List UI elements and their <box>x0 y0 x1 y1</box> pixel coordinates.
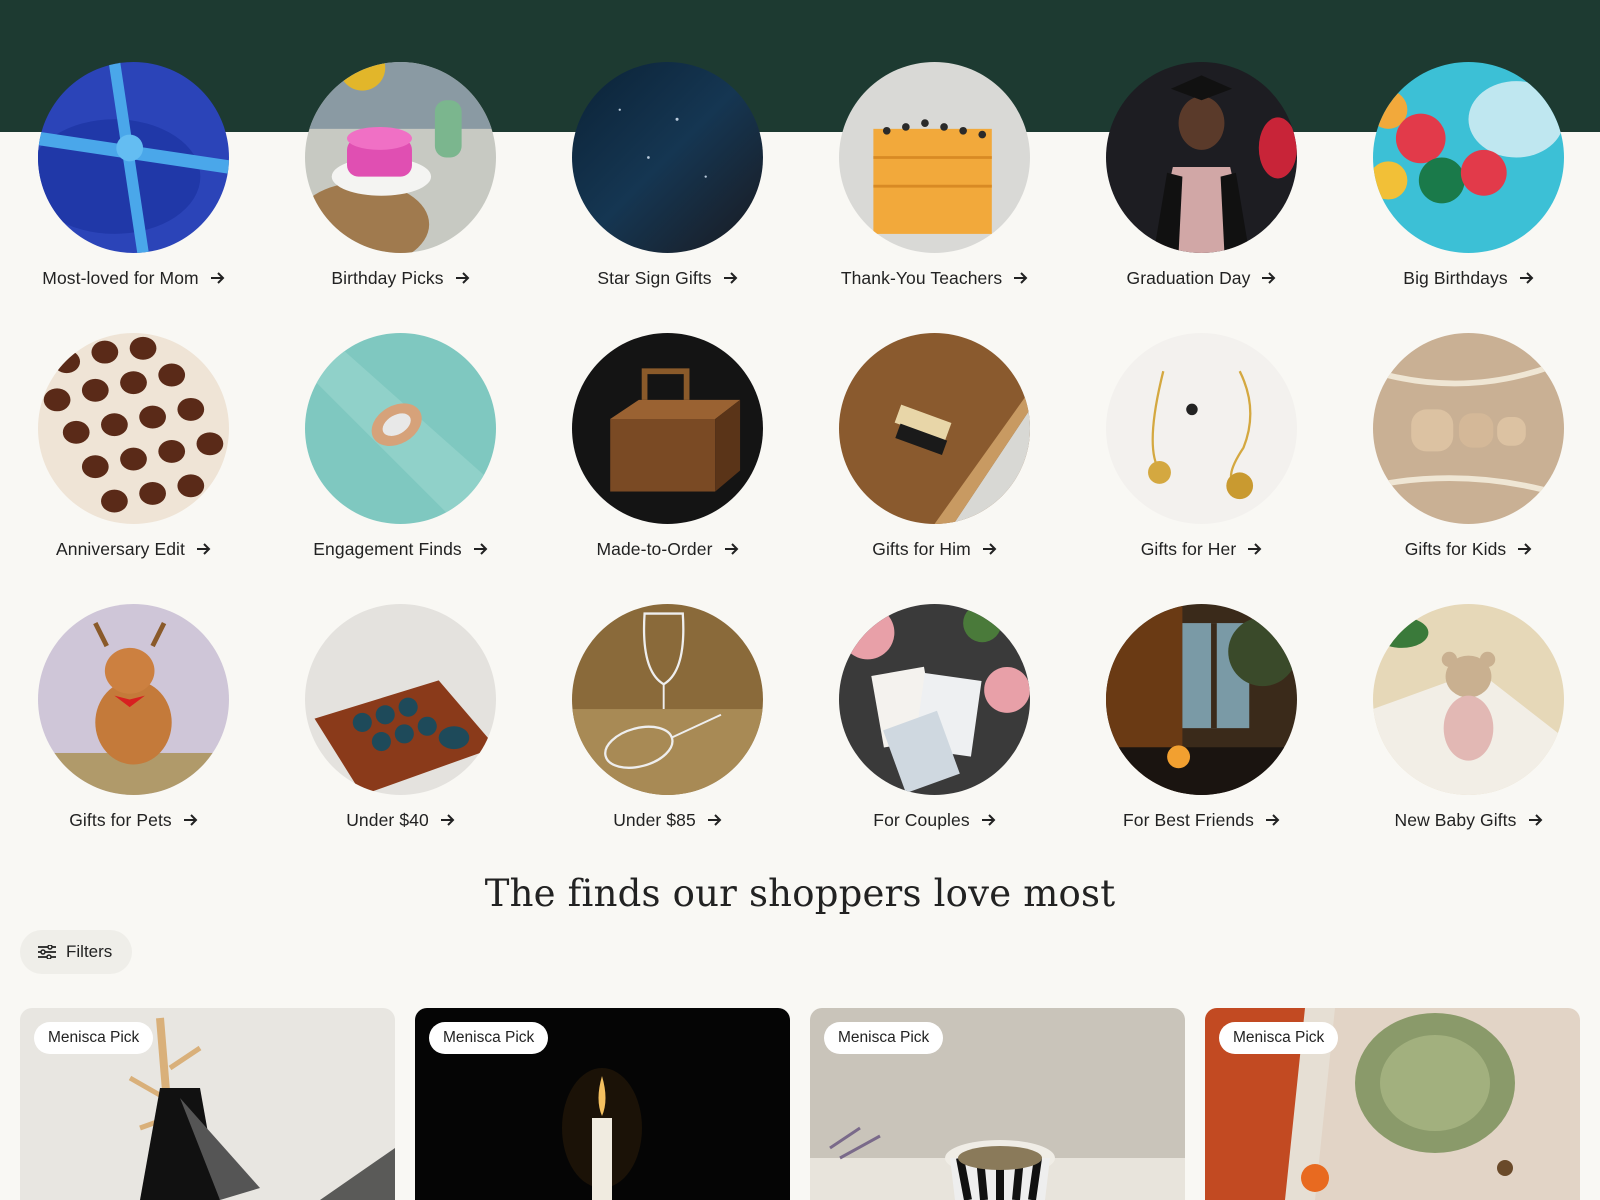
category-label: Birthday Picks <box>331 267 444 288</box>
category-label: Under $85 <box>613 809 696 830</box>
pick-badge: Menisca Pick <box>429 1022 549 1054</box>
balloons-icon <box>1373 62 1564 253</box>
category-graduation-day[interactable]: Graduation Day <box>1068 62 1335 289</box>
arrow-right-icon <box>723 272 738 284</box>
category-label: Made-to-Order <box>596 538 713 559</box>
product-card[interactable]: Menisca Pick <box>1205 1008 1580 1200</box>
arrow-right-icon <box>473 543 488 555</box>
arrow-right-icon <box>981 814 996 826</box>
category-label: Graduation Day <box>1126 267 1251 288</box>
cake-icon <box>305 62 496 253</box>
category-label: Gifts for Her <box>1140 538 1237 559</box>
category-label: New Baby Gifts <box>1394 809 1517 830</box>
category-for-couples[interactable]: For Couples <box>801 604 1068 831</box>
category-label: Most-loved for Mom <box>42 267 199 288</box>
arrow-right-icon <box>1265 814 1280 826</box>
wooden-elephants-icon <box>1373 333 1564 524</box>
category-label: Gifts for Pets <box>69 809 172 830</box>
arrow-right-icon <box>724 543 738 555</box>
category-label: Big Birthdays <box>1403 267 1508 288</box>
category-gifts-for-him[interactable]: Gifts for Him <box>801 333 1068 560</box>
category-grid: Most-loved for Mom Birthday Picks Star S… <box>0 62 1600 831</box>
arrow-right-icon <box>1262 272 1276 284</box>
section-title: The finds our shoppers love most <box>484 872 1116 915</box>
category-label: Thank-You Teachers <box>840 267 1003 288</box>
category-label: Gifts for Him <box>872 538 971 559</box>
category-under-85[interactable]: Under $85 <box>534 604 801 831</box>
category-big-birthdays[interactable]: Big Birthdays <box>1335 62 1600 289</box>
product-grid: Menisca Pick Menisca Pick Menisca Pick M… <box>20 1008 1580 1200</box>
category-gifts-for-pets[interactable]: Gifts for Pets <box>0 604 267 831</box>
arrow-right-icon <box>1519 272 1534 284</box>
filters-label: Filters <box>66 942 113 961</box>
category-label: For Couples <box>873 809 970 830</box>
category-for-best-friends[interactable]: For Best Friends <box>1068 604 1335 831</box>
necklace-icon <box>1106 333 1297 524</box>
category-under-40[interactable]: Under $40 <box>267 604 534 831</box>
category-made-to-order[interactable]: Made-to-Order <box>534 333 801 560</box>
pick-badge: Menisca Pick <box>824 1022 944 1054</box>
filters-button[interactable]: Filters <box>20 930 132 974</box>
category-thank-you-teachers[interactable]: Thank-You Teachers <box>801 62 1068 289</box>
arrow-right-icon <box>1528 814 1542 826</box>
chocolates-icon <box>38 333 229 524</box>
arrow-right-icon <box>1014 272 1028 284</box>
brush-icon <box>839 333 1030 524</box>
category-birthday-picks[interactable]: Birthday Picks <box>267 62 534 289</box>
category-star-sign-gifts[interactable]: Star Sign Gifts <box>534 62 801 289</box>
category-label: Gifts for Kids <box>1404 538 1507 559</box>
pick-badge: Menisca Pick <box>1219 1022 1339 1054</box>
night-sky-icon <box>572 62 763 253</box>
gift-wrap-icon <box>38 62 229 253</box>
teddy-icon <box>1373 604 1564 795</box>
pick-badge: Menisca Pick <box>34 1022 154 1054</box>
arrow-right-icon <box>982 543 997 555</box>
category-gifts-for-kids[interactable]: Gifts for Kids <box>1335 333 1600 560</box>
arrow-right-icon <box>1248 543 1262 555</box>
arrow-right-icon <box>1518 543 1532 555</box>
tea-set-icon <box>305 604 496 795</box>
category-most-loved-for-mom[interactable]: Most-loved for Mom <box>0 62 267 289</box>
graduate-icon <box>1106 62 1297 253</box>
window-candle-icon <box>1106 604 1297 795</box>
wine-glasses-icon <box>572 604 763 795</box>
category-label: Engagement Finds <box>313 538 462 559</box>
product-card[interactable]: Menisca Pick <box>810 1008 1185 1200</box>
dog-icon <box>38 604 229 795</box>
arrow-right-icon <box>455 272 470 284</box>
arrow-right-icon <box>210 272 225 284</box>
product-card[interactable]: Menisca Pick <box>415 1008 790 1200</box>
product-card[interactable]: Menisca Pick <box>20 1008 395 1200</box>
ring-icon <box>305 333 496 524</box>
arrow-right-icon <box>440 814 455 826</box>
category-label: Star Sign Gifts <box>597 267 712 288</box>
category-new-baby-gifts[interactable]: New Baby Gifts <box>1335 604 1600 831</box>
arrow-right-icon <box>197 543 211 555</box>
category-label: Under $40 <box>346 809 429 830</box>
category-anniversary-edit[interactable]: Anniversary Edit <box>0 333 267 560</box>
arrow-right-icon <box>183 814 198 826</box>
category-engagement-finds[interactable]: Engagement Finds <box>267 333 534 560</box>
wooden-box-icon <box>572 333 763 524</box>
cards-icon <box>839 604 1030 795</box>
category-gifts-for-her[interactable]: Gifts for Her <box>1068 333 1335 560</box>
filters-icon <box>38 945 56 959</box>
arrow-right-icon <box>707 814 722 826</box>
category-label: Anniversary Edit <box>55 538 185 559</box>
pencils-icon <box>839 62 1030 253</box>
category-label: For Best Friends <box>1123 809 1254 830</box>
